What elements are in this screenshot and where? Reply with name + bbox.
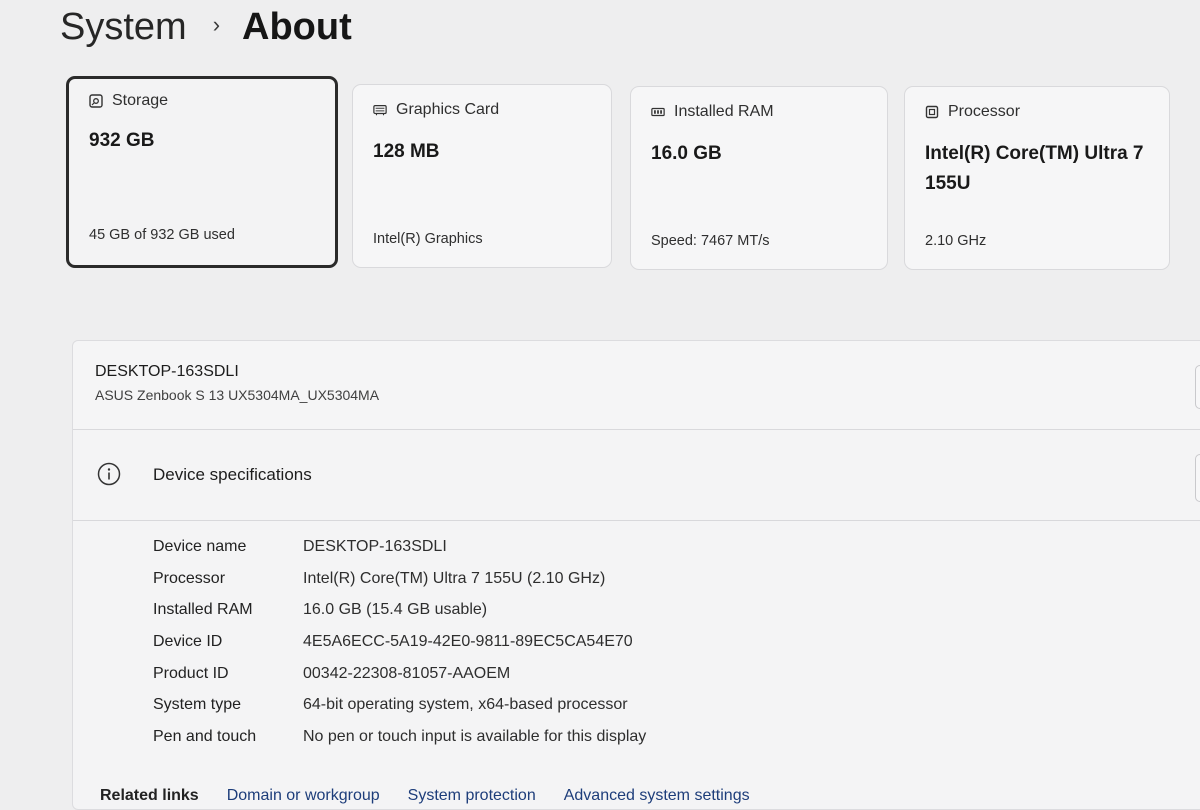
spec-row-product-id: Product ID 00342-22308-81057-AAOEM xyxy=(153,658,646,690)
device-name: DESKTOP-163SDLI xyxy=(95,363,239,380)
processor-label: Processor xyxy=(948,103,1021,120)
storage-card[interactable]: Storage 932 GB 45 GB of 932 GB used xyxy=(66,76,338,268)
installed-ram-detail: Speed: 7467 MT/s xyxy=(651,233,770,249)
spec-value: 16.0 GB (15.4 GB usable) xyxy=(303,601,488,619)
device-panel: DESKTOP-163SDLI ASUS Zenbook S 13 UX5304… xyxy=(72,340,1200,810)
related-links: Related links Domain or workgroup System… xyxy=(100,787,778,805)
spec-value: Intel(R) Core(TM) Ultra 7 155U (2.10 GHz… xyxy=(303,569,606,587)
system-protection-link[interactable]: System protection xyxy=(408,787,536,805)
device-specifications-title: Device specifications xyxy=(153,465,312,484)
breadcrumb: System › About xyxy=(60,4,352,50)
breadcrumb-separator: › xyxy=(212,12,221,37)
storage-icon xyxy=(89,94,103,108)
storage-card-detail: 45 GB of 932 GB used xyxy=(89,227,235,243)
spec-value: 64-bit operating system, x64-based proce… xyxy=(303,696,628,714)
spec-label: Pen and touch xyxy=(153,727,257,745)
installed-ram-header: Installed RAM xyxy=(651,103,774,121)
spec-row-processor: Processor Intel(R) Core(TM) Ultra 7 155U… xyxy=(153,563,646,595)
related-links-title: Related links xyxy=(100,787,199,804)
spec-row-pen-and-touch: Pen and touch No pen or touch input is a… xyxy=(153,721,646,753)
spec-label: System type xyxy=(153,696,242,714)
spec-row-device-name: Device name DESKTOP-163SDLI xyxy=(153,531,646,563)
rename-pc-button[interactable] xyxy=(1195,365,1200,409)
storage-card-label: Storage xyxy=(112,92,169,109)
spec-value: DESKTOP-163SDLI xyxy=(303,537,447,555)
spec-label: Installed RAM xyxy=(153,601,253,619)
spec-label: Device name xyxy=(153,537,247,555)
processor-card[interactable]: Processor Intel(R) Core(TM) Ultra 7 155U… xyxy=(904,86,1170,270)
processor-header: Processor xyxy=(925,103,1020,121)
spec-label: Processor xyxy=(153,569,226,587)
installed-ram-value: 16.0 GB xyxy=(651,143,722,164)
ram-icon xyxy=(651,105,665,119)
spec-value: 00342-22308-81057-AAOEM xyxy=(303,664,511,682)
graphics-card-icon xyxy=(373,103,387,117)
spec-row-installed-ram: Installed RAM 16.0 GB (15.4 GB usable) xyxy=(153,594,646,626)
graphics-card-header: Graphics Card xyxy=(373,101,499,119)
page-title: About xyxy=(242,6,352,48)
breadcrumb-system[interactable]: System xyxy=(60,4,187,50)
spec-list: Device name DESKTOP-163SDLI Processor In… xyxy=(153,531,646,753)
device-header: DESKTOP-163SDLI ASUS Zenbook S 13 UX5304… xyxy=(73,341,1200,430)
device-model: ASUS Zenbook S 13 UX5304MA_UX5304MA xyxy=(95,387,380,403)
collapse-button[interactable] xyxy=(1195,454,1200,502)
spec-label: Product ID xyxy=(153,664,229,682)
info-icon xyxy=(97,462,121,486)
spec-row-system-type: System type 64-bit operating system, x64… xyxy=(153,689,646,721)
graphics-card-label: Graphics Card xyxy=(396,101,500,118)
processor-detail: 2.10 GHz xyxy=(925,233,987,249)
graphics-card-card[interactable]: Graphics Card 128 MB Intel(R) Graphics xyxy=(352,84,612,268)
spec-row-device-id: Device ID 4E5A6ECC-5A19-42E0-9811-89EC5C… xyxy=(153,626,646,658)
installed-ram-label: Installed RAM xyxy=(674,103,774,120)
spec-value: No pen or touch input is available for t… xyxy=(303,727,647,745)
device-specifications-header[interactable]: Device specifications xyxy=(73,430,1200,521)
processor-value: Intel(R) Core(TM) Ultra 7 155U xyxy=(925,143,1144,194)
installed-ram-card[interactable]: Installed RAM 16.0 GB Speed: 7467 MT/s xyxy=(630,86,888,270)
processor-icon xyxy=(925,105,939,119)
graphics-card-value: 128 MB xyxy=(373,141,440,162)
storage-card-header: Storage xyxy=(89,92,168,110)
spec-value: 4E5A6ECC-5A19-42E0-9811-89EC5CA54E70 xyxy=(303,632,633,650)
advanced-system-settings-link[interactable]: Advanced system settings xyxy=(564,787,750,805)
domain-or-workgroup-link[interactable]: Domain or workgroup xyxy=(227,787,380,805)
storage-card-value: 932 GB xyxy=(89,130,155,151)
spec-label: Device ID xyxy=(153,632,223,650)
graphics-card-detail: Intel(R) Graphics xyxy=(373,231,483,247)
